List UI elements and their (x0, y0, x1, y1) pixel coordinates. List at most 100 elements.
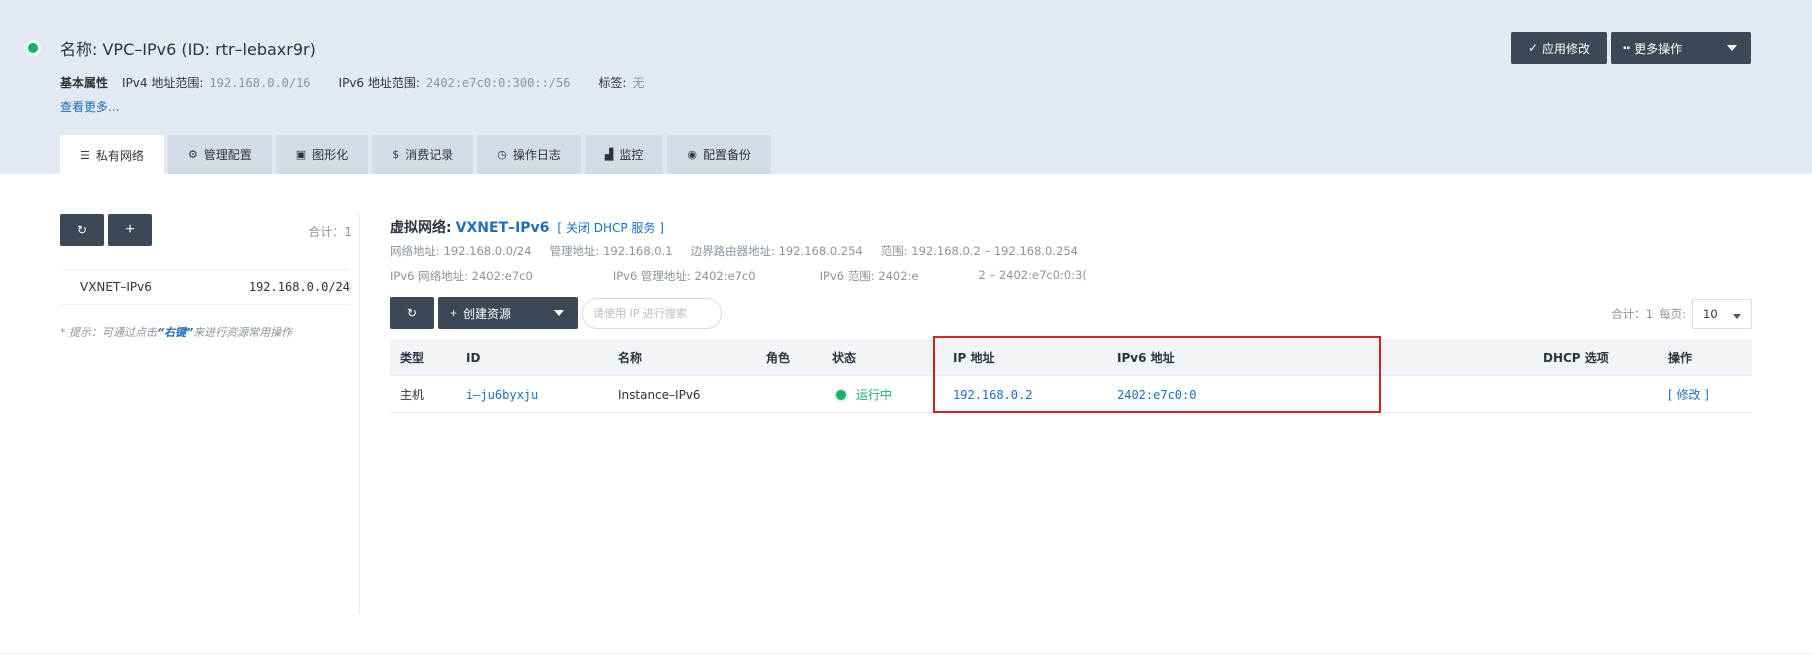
camera-icon: ◉ (687, 148, 697, 161)
tab-graphical[interactable]: ▣ 图形化 (275, 135, 369, 174)
tab-label: 操作日志 (512, 148, 561, 162)
col-role: 角色 (766, 351, 791, 365)
list-icon: ☰ (80, 148, 90, 162)
caret-down-icon (1727, 45, 1737, 51)
tab-label: 配置备份 (702, 148, 751, 162)
col-dhcp: DHCP 选项 (1543, 351, 1609, 365)
caret-down-icon (554, 310, 564, 316)
bottom-divider (0, 653, 1812, 654)
dollar-icon: $ (392, 148, 400, 161)
ipv6-range-label: IPv6 地址范围: (338, 76, 420, 90)
col-id: ID (466, 350, 481, 365)
vxnet-cidr: 192.168.0.0/24 (248, 280, 350, 294)
border-router-address: 边界路由器地址: 192.168.0.254 (690, 244, 863, 258)
resource-table: 类型 ID 名称 角色 状态 IP 地址 IPv6 地址 DHCP 选项 操作 … (390, 339, 1752, 413)
refresh-resources-button[interactable]: ↻ (390, 297, 434, 329)
tab-private-network[interactable]: ☰ 私有网络 (60, 135, 164, 175)
vxnet-ipv4-info: 网络地址: 192.168.0.0/24 管理地址: 192.168.0.1 边… (390, 243, 1096, 259)
panel-divider (359, 214, 360, 614)
create-resource-button[interactable]: + 创建资源 (438, 297, 578, 329)
ipv6-range: IPv6 范围: 2402:e (819, 269, 919, 283)
network-address: 网络地址: 192.168.0.0/24 (390, 244, 532, 258)
tip-suffix: 来进行资源常用操作 (193, 326, 293, 339)
vxnet-heading: 虚拟网络: VXNET–IPv6 [ 关闭 DHCP 服务 ] (390, 217, 664, 237)
tab-label: 管理配置 (203, 148, 252, 162)
ip-search-input[interactable] (582, 298, 722, 329)
status-indicator-icon (28, 43, 38, 53)
vxnet-heading-label: 虚拟网络: (390, 220, 452, 236)
table-header: 类型 ID 名称 角色 状态 IP 地址 IPv6 地址 DHCP 选项 操作 (390, 339, 1752, 376)
apply-changes-label: 应用修改 (1542, 41, 1591, 56)
add-vxnet-button[interactable]: + (108, 214, 152, 246)
per-page-label: 每页: (1659, 307, 1686, 321)
tip-text: * 提示：可通过点击“右键”来进行资源常用操作 (60, 324, 292, 340)
more-actions-label: 更多操作 (1634, 41, 1683, 56)
ipv6-network-address: IPv6 网络地址: 2402:e7c0 (390, 269, 533, 283)
refresh-icon: ↻ (76, 223, 88, 237)
ipv6-range-end: 2 – 2402:e7c0:0:3( (978, 268, 1086, 282)
tag-label: 标签: (598, 76, 627, 90)
table-row[interactable]: 主机 i–ju6byxju Instance–IPv6 运行中 192.168.… (390, 376, 1752, 413)
ipv4-range-value: 192.168.0.0/16 (209, 76, 311, 90)
ip-range: 范围: 192.168.0.2 – 192.168.0.254 (880, 244, 1078, 258)
tab-label: 监控 (619, 148, 644, 162)
page-size-value: 10 (1703, 307, 1718, 321)
tab-bar: ☰ 私有网络 ⚙ 管理配置 ▣ 图形化 $ 消费记录 ◷ 操作日志 ▟ 监控 ◉… (60, 135, 771, 175)
create-resource-label: 创建资源 (463, 306, 512, 321)
running-status-icon (836, 389, 846, 400)
check-icon: ✓ (1527, 41, 1539, 55)
apply-changes-button[interactable]: ✓ 应用修改 (1511, 32, 1607, 64)
ipv4-range-label: IPv4 地址范围: (122, 76, 204, 90)
tip-right-click: “右键” (157, 326, 194, 339)
tab-config-backup[interactable]: ◉ 配置备份 (667, 135, 771, 174)
props-label: 基本属性 (60, 76, 109, 90)
tab-billing-records[interactable]: $ 消费记录 (372, 135, 474, 174)
row-ip-address[interactable]: 192.168.0.2 (953, 376, 1032, 413)
tip-prefix: * 提示：可通过点击 (60, 326, 157, 339)
row-ipv6-address[interactable]: 2402:e7c0:0 (1117, 376, 1196, 413)
basic-properties: 基本属性 IPv4 地址范围: 192.168.0.0/16 IPv6 地址范围… (60, 74, 672, 91)
plus-icon: + (450, 306, 458, 320)
vxnet-heading-name[interactable]: VXNET–IPv6 (456, 220, 550, 236)
image-icon: ▣ (295, 148, 307, 161)
tab-label: 私有网络 (95, 148, 144, 163)
tab-management-config[interactable]: ⚙ 管理配置 (167, 135, 272, 174)
caret-down-icon (1733, 314, 1741, 319)
row-name: Instance–IPv6 (618, 387, 701, 402)
resource-count: 合计：1 (1611, 307, 1654, 321)
area-chart-icon: ▟ (604, 148, 614, 161)
refresh-button[interactable]: ↻ (60, 214, 104, 246)
vxnet-list-item[interactable]: VXNET–IPv6 192.168.0.0/24 (60, 269, 350, 305)
col-name: 名称 (618, 351, 643, 365)
refresh-icon: ↻ (406, 306, 418, 320)
row-status-text: 运行中 (856, 388, 893, 402)
resource-header: 名称: VPC–IPv6 (ID: rtr–lebaxr9r) 基本属性 IPv… (0, 0, 1812, 175)
col-operation: 操作 (1668, 351, 1693, 365)
vxnet-count: 合计：1 (308, 225, 352, 239)
col-status: 状态 (832, 351, 857, 365)
management-address: 管理地址: 192.168.0.1 (549, 244, 673, 258)
page-title: 名称: VPC–IPv6 (ID: rtr–lebaxr9r) (60, 40, 316, 59)
vxnet-ipv6-info: IPv6 网络地址: 2402:e7c0 IPv6 管理地址: 2402:e7c… (390, 268, 1086, 284)
grid-icon: ▪▪ (1623, 42, 1631, 54)
view-more-link[interactable]: 查看更多... (60, 98, 119, 115)
gears-icon: ⚙ (187, 148, 198, 161)
page-size-select[interactable]: 10 (1692, 299, 1752, 329)
pagination: 合计：1 每页: 10 (1611, 299, 1752, 329)
row-modify-link[interactable]: [ 修改 ] (1668, 376, 1709, 413)
tab-operation-log[interactable]: ◷ 操作日志 (477, 135, 581, 174)
tab-label: 消费记录 (405, 148, 454, 162)
vxnet-name: VXNET–IPv6 (80, 280, 152, 294)
row-status: 运行中 (832, 376, 892, 413)
disable-dhcp-link[interactable]: [ 关闭 DHCP 服务 ] (557, 219, 664, 236)
tab-label: 图形化 (312, 148, 349, 162)
row-instance-id[interactable]: i–ju6byxju (466, 376, 538, 413)
col-ipv6: IPv6 地址 (1117, 351, 1175, 365)
more-actions-button[interactable]: ▪▪ 更多操作 (1611, 32, 1751, 64)
ipv6-range-value: 2402:e7c0:0:300::/56 (425, 76, 571, 90)
col-ip: IP 地址 (953, 351, 995, 365)
tab-monitoring[interactable]: ▟ 监控 (584, 135, 664, 174)
col-type: 类型 (400, 351, 425, 365)
row-type: 主机 (400, 388, 425, 402)
tag-value: 无 (632, 76, 645, 90)
